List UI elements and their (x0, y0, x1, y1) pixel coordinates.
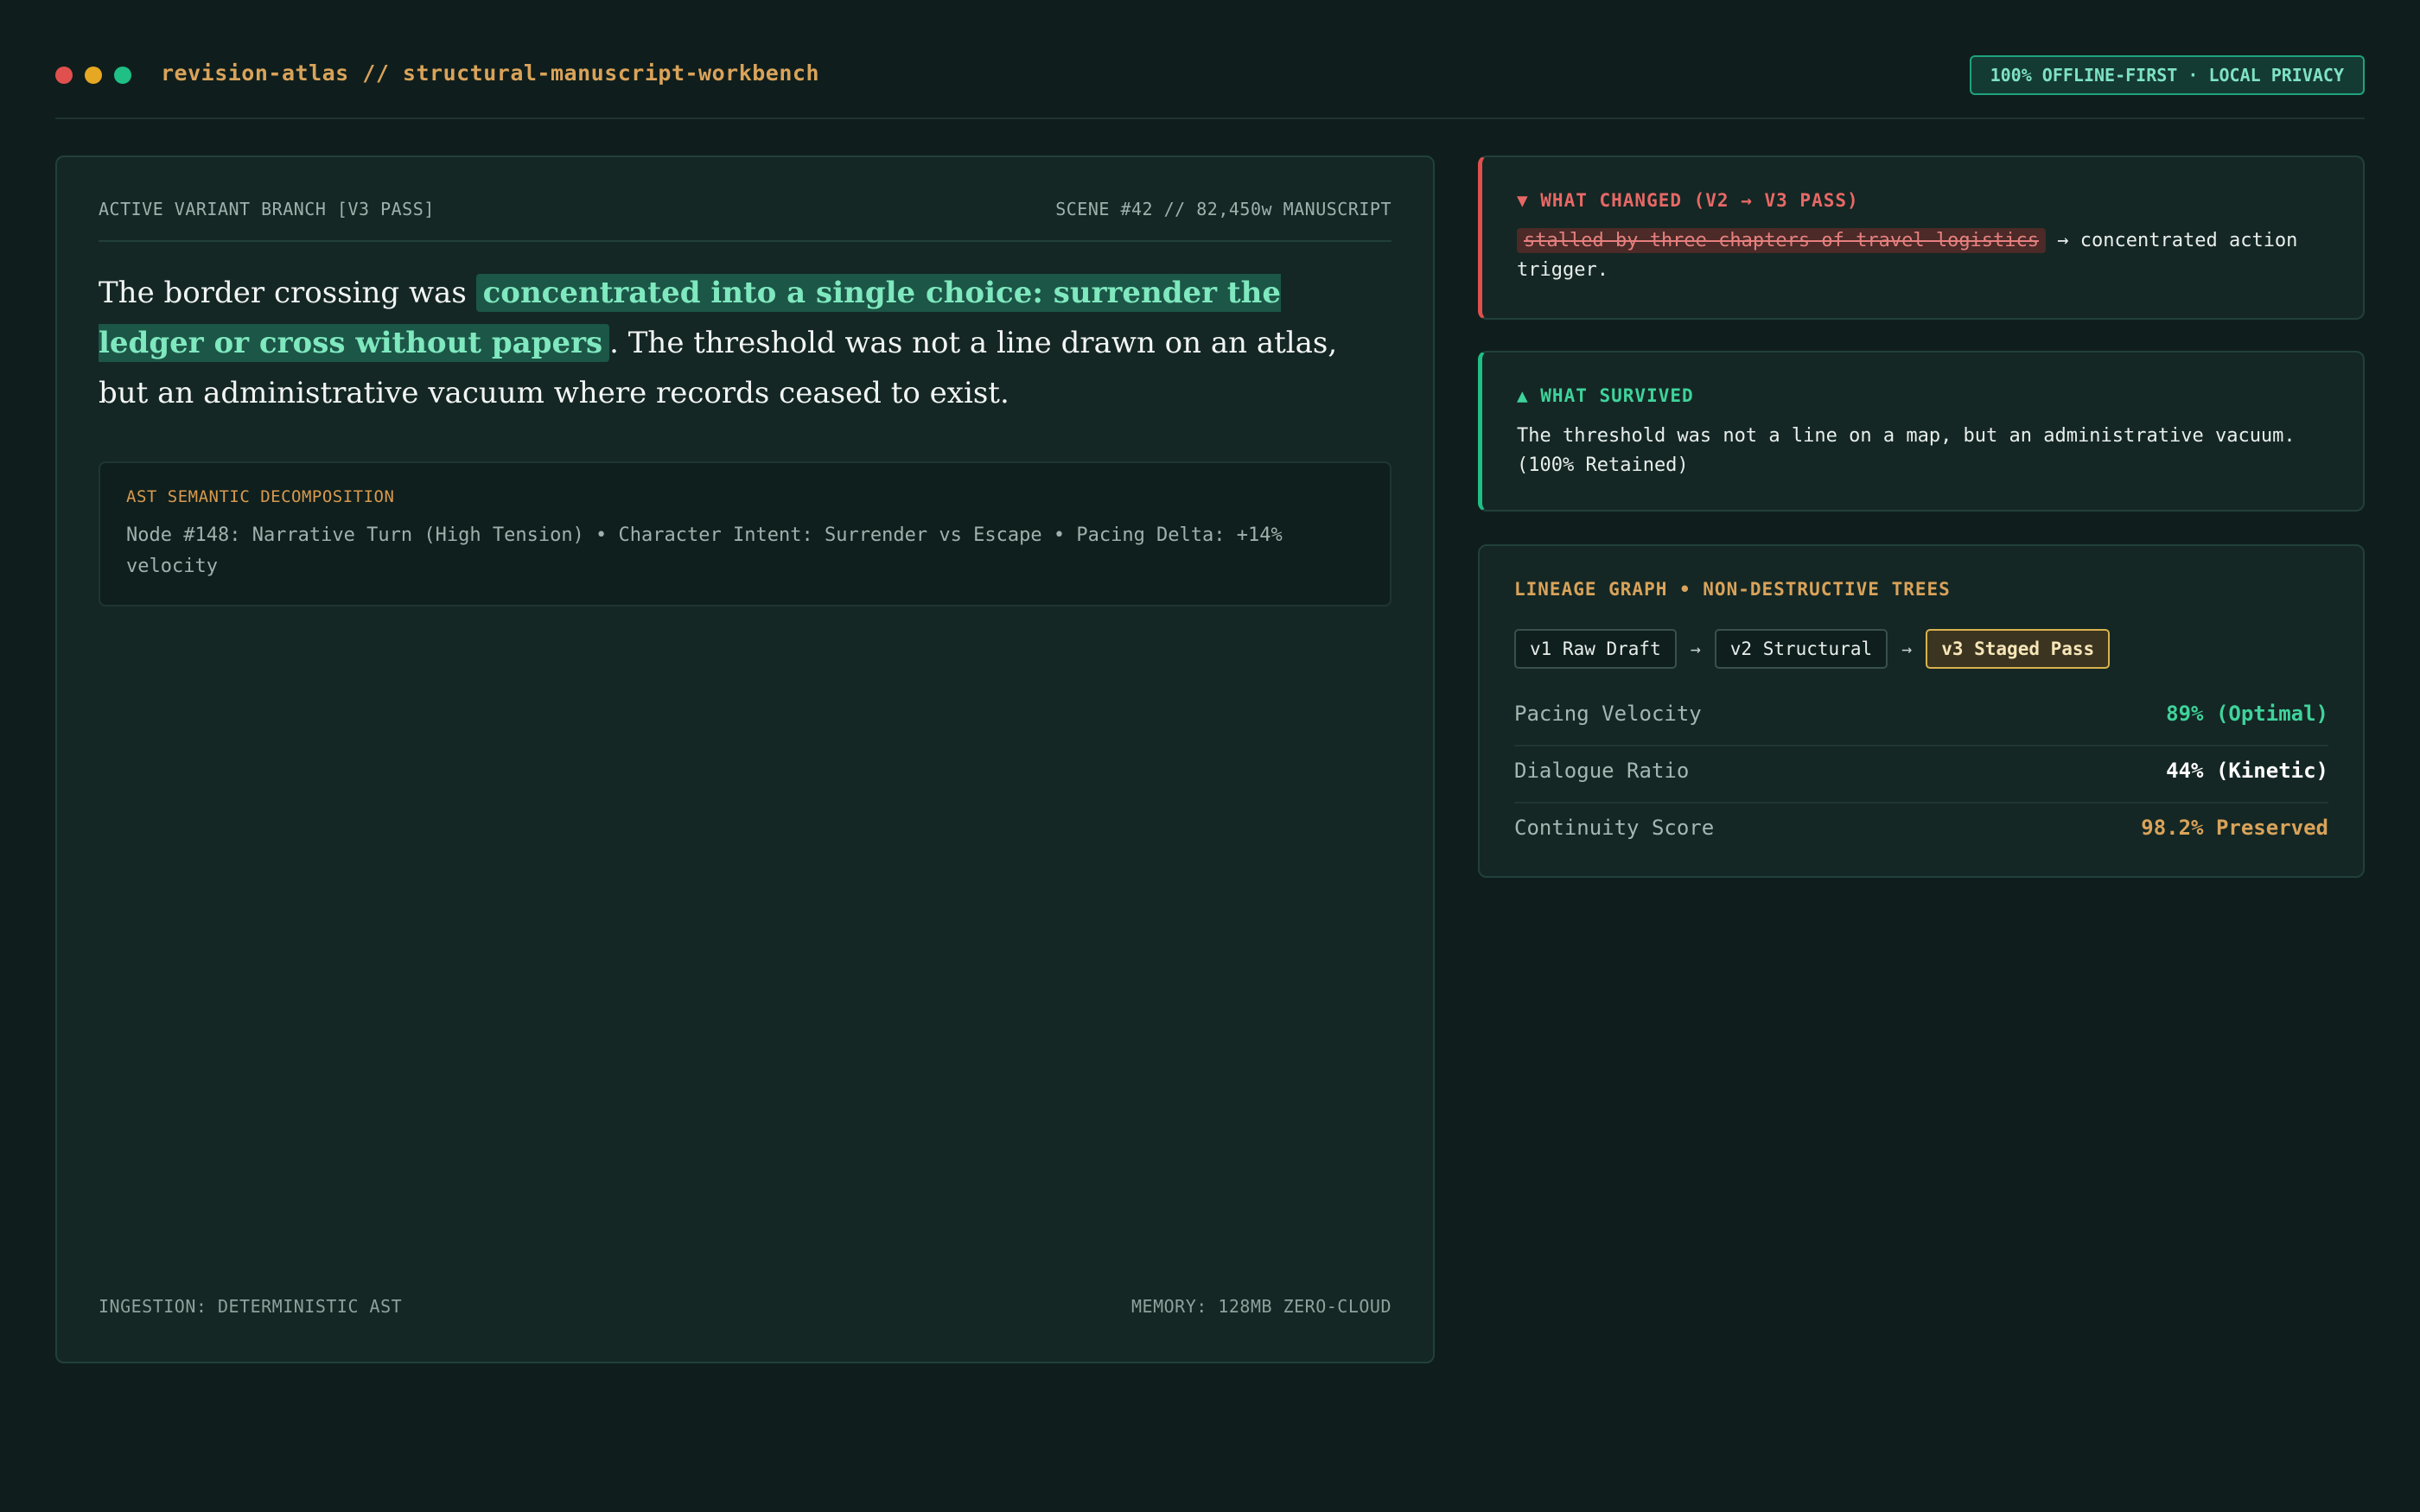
metric-label: Pacing Velocity (1514, 702, 1702, 726)
metric-value: 98.2% Preserved (2141, 816, 2328, 840)
manuscript-editor-panel: ACTIVE VARIANT BRANCH [V3 PASS] SCENE #4… (55, 156, 1435, 1363)
scene-label: SCENE #42 // 82,450w MANUSCRIPT (1055, 199, 1392, 219)
memory-status: MEMORY: 128MB ZERO-CLOUD (1131, 1296, 1392, 1317)
app-title: revision-atlas // structural-manuscript-… (161, 60, 820, 86)
arrow-right-icon: → (1690, 638, 1701, 659)
what-survived-title: ▲ WHAT SURVIVED (1517, 385, 1694, 406)
maximize-window-button[interactable] (114, 67, 131, 84)
removed-text: stalled by three chapters of travel logi… (1517, 228, 2047, 253)
arrow-right-icon: → (1901, 638, 1913, 659)
editor-header: ACTIVE VARIANT BRANCH [V3 PASS] SCENE #4… (99, 199, 1392, 242)
what-changed-title: ▼ WHAT CHANGED (V2 → V3 PASS) (1517, 190, 1859, 211)
variant-branch-label: ACTIVE VARIANT BRANCH [V3 PASS] (99, 199, 435, 219)
metric-label: Dialogue Ratio (1514, 759, 1690, 783)
metrics-list: Pacing Velocity 89% (Optimal) Dialogue R… (1514, 689, 2328, 859)
window-header: revision-atlas // structural-manuscript-… (55, 48, 2365, 119)
metric-row: Pacing Velocity 89% (Optimal) (1514, 689, 2328, 746)
metric-value: 89% (Optimal) (2166, 702, 2328, 726)
what-survived-body: The threshold was not a line on a map, b… (1517, 425, 2296, 476)
ast-node-details: Node #148: Narrative Turn (High Tension)… (126, 524, 1283, 577)
ingestion-status: INGESTION: DETERMINISTIC AST (99, 1296, 403, 1317)
metric-value: 44% (Kinetic) (2166, 759, 2328, 783)
metric-row: Dialogue Ratio 44% (Kinetic) (1514, 746, 2328, 804)
what-changed-card: ▼ WHAT CHANGED (V2 → V3 PASS) stalled by… (1478, 156, 2365, 320)
version-chain: v1 Raw Draft → v2 Structural → v3 Staged Pas… (1514, 629, 2111, 669)
lineage-graph-card: LINEAGE GRAPH • NON-DESTRUCTIVE TREES v1… (1478, 544, 2365, 878)
version-chip-v3[interactable]: v3 Staged Pass (1926, 629, 2111, 669)
manuscript-text[interactable]: The border crossing was concentrated int… (99, 268, 1392, 418)
privacy-badge: 100% OFFLINE-FIRST · LOCAL PRIVACY (1969, 55, 2365, 95)
editor-footer: INGESTION: DETERMINISTIC AST MEMORY: 128… (99, 1296, 1392, 1320)
close-window-button[interactable] (55, 67, 73, 84)
what-changed-body: stalled by three chapters of travel logi… (1517, 226, 2328, 285)
lineage-title: LINEAGE GRAPH • NON-DESTRUCTIVE TREES (1514, 579, 1951, 600)
metric-row: Continuity Score 98.2% Preserved (1514, 804, 2328, 859)
version-chip-v1[interactable]: v1 Raw Draft (1514, 629, 1677, 669)
what-survived-card: ▲ WHAT SURVIVED The threshold was not a … (1478, 351, 2365, 511)
minimize-window-button[interactable] (85, 67, 102, 84)
metric-label: Continuity Score (1514, 816, 1715, 840)
ast-decomposition-box: AST SEMANTIC DECOMPOSITION Node #148: Na… (99, 461, 1392, 607)
ast-title: AST SEMANTIC DECOMPOSITION (126, 487, 395, 506)
version-chip-v2[interactable]: v2 Structural (1714, 629, 1888, 669)
prose-before: The border crossing was (99, 276, 476, 310)
